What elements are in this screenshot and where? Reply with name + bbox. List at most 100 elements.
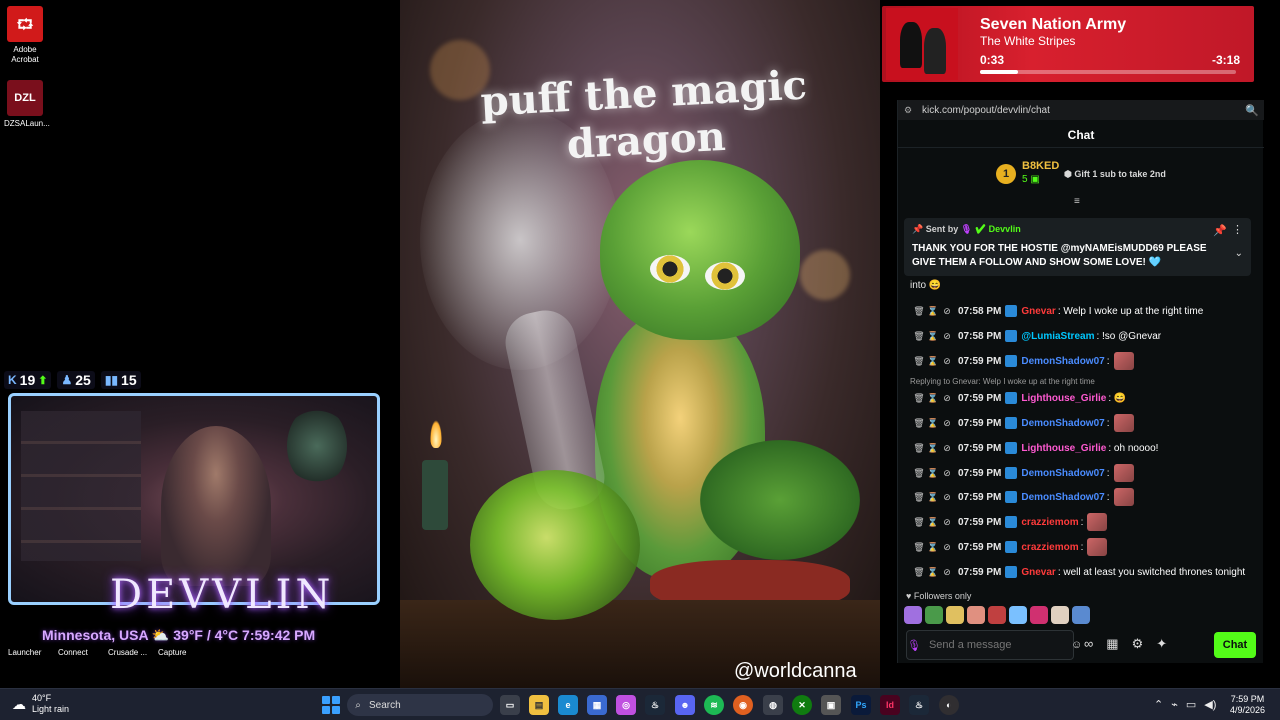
delete-message-icon[interactable]: 🗑 xyxy=(912,331,926,342)
message-username[interactable]: DemonShadow07 xyxy=(1021,356,1104,367)
filter-icon[interactable]: ≡ xyxy=(1074,196,1080,207)
delete-message-icon[interactable]: 🗑 xyxy=(912,443,926,454)
message-username[interactable]: crazziemom xyxy=(1021,542,1078,553)
dock-item-launcher[interactable]: Launcher xyxy=(0,648,50,657)
timeout-user-icon[interactable]: ⌛ xyxy=(926,418,940,429)
address-bar[interactable]: ⚙ kick.com/popout/devvlin/chat 🔍 xyxy=(898,100,1264,120)
rewards-icon[interactable]: ✦ xyxy=(1156,636,1167,652)
delete-message-icon[interactable]: 🗑 xyxy=(912,542,926,553)
delete-message-icon[interactable]: 🗑 xyxy=(912,567,926,578)
timeout-user-icon[interactable]: ⌛ xyxy=(926,542,940,553)
task-view-icon[interactable]: ▭ xyxy=(500,695,520,715)
ban-user-icon[interactable]: ⊘ xyxy=(940,306,954,317)
emote-button[interactable] xyxy=(1030,606,1048,624)
url-text[interactable]: kick.com/popout/devvlin/chat xyxy=(918,105,1240,116)
display-icon[interactable]: ▭ xyxy=(1186,698,1196,711)
steam-icon[interactable]: ♨ xyxy=(645,695,665,715)
message-username[interactable]: crazziemom xyxy=(1021,517,1078,528)
zoom-icon[interactable]: 🔍 xyxy=(1240,104,1264,117)
message-username[interactable]: @LumiaStream xyxy=(1021,331,1094,342)
message-username[interactable]: Gnevar xyxy=(1021,567,1055,578)
ban-user-icon[interactable]: ⊘ xyxy=(940,443,954,454)
chat-composer[interactable]: 🎙 ☺ xyxy=(906,630,1082,660)
leader-name[interactable]: B8KED xyxy=(1022,160,1059,172)
edge-icon[interactable]: e xyxy=(558,695,578,715)
dock-item-capture[interactable]: Capture xyxy=(150,648,200,657)
store-icon[interactable]: ▦ xyxy=(1106,636,1118,652)
discord-icon[interactable]: ☻ xyxy=(675,695,695,715)
delete-message-icon[interactable]: 🗑 xyxy=(912,492,926,503)
timeout-user-icon[interactable]: ⌛ xyxy=(926,393,940,404)
emote-button[interactable] xyxy=(988,606,1006,624)
copilot-icon[interactable]: ◎ xyxy=(616,695,636,715)
delete-message-icon[interactable]: 🗑 xyxy=(912,468,926,479)
taskbar-clock[interactable]: 7:59 PM 4/9/2026 xyxy=(1230,694,1265,716)
store-icon[interactable]: ▦ xyxy=(587,695,607,715)
pinned-sender-name[interactable]: Devvlin xyxy=(989,224,1021,234)
ban-user-icon[interactable]: ⊘ xyxy=(940,517,954,528)
settings-gear-icon[interactable]: ⚙ xyxy=(1132,636,1144,652)
tray-overflow-icon[interactable]: ⌃ xyxy=(1154,698,1163,711)
site-settings-icon[interactable]: ⚙ xyxy=(898,105,918,116)
timeout-user-icon[interactable]: ⌛ xyxy=(926,356,940,367)
emote-button[interactable] xyxy=(925,606,943,624)
timeout-user-icon[interactable]: ⌛ xyxy=(926,468,940,479)
spotify-icon[interactable]: ≋ xyxy=(704,695,724,715)
emoji-picker-icon[interactable]: ☺ xyxy=(1071,639,1082,651)
timeout-user-icon[interactable]: ⌛ xyxy=(926,567,940,578)
message-username[interactable]: DemonShadow07 xyxy=(1021,468,1104,479)
desktop-icon-dzsa-launcher[interactable]: DZL DZSALaun... xyxy=(4,80,50,129)
message-username[interactable]: DemonShadow07 xyxy=(1021,492,1104,503)
desktop-icon-acrobat[interactable]: ⮔ Adobe Acrobat xyxy=(4,6,46,65)
message-username[interactable]: Lighthouse_Girlie xyxy=(1021,393,1106,404)
delete-message-icon[interactable]: 🗑 xyxy=(912,517,926,528)
message-username[interactable]: Lighthouse_Girlie xyxy=(1021,443,1106,454)
timeout-user-icon[interactable]: ⌛ xyxy=(926,517,940,528)
gift-sub-prompt[interactable]: ⬢ Gift 1 sub to take 2nd xyxy=(1064,169,1166,180)
timeout-user-icon[interactable]: ⌛ xyxy=(926,443,940,454)
ban-user-icon[interactable]: ⊘ xyxy=(940,331,954,342)
capture-icon[interactable]: ▣ xyxy=(821,695,841,715)
network-icon[interactable]: ⌁ xyxy=(1171,698,1178,711)
message-username[interactable]: DemonShadow07 xyxy=(1021,418,1104,429)
users-icon[interactable]: ∞ xyxy=(1084,636,1093,652)
obs-icon[interactable]: ◐ xyxy=(939,695,959,715)
emote-button[interactable] xyxy=(946,606,964,624)
file-explorer-icon[interactable]: ▤ xyxy=(529,695,549,715)
indesign-icon[interactable]: Id xyxy=(880,695,900,715)
ban-user-icon[interactable]: ⊘ xyxy=(940,492,954,503)
taskbar-weather-widget[interactable]: ☁ 40°F Light rain xyxy=(12,693,69,715)
emote-button[interactable] xyxy=(1051,606,1069,624)
emote-button[interactable] xyxy=(967,606,985,624)
delete-message-icon[interactable]: 🗑 xyxy=(912,393,926,404)
taskbar-search[interactable]: ⌕ Search xyxy=(347,694,493,716)
emote-button[interactable] xyxy=(904,606,922,624)
microphone-icon[interactable]: 🎙 xyxy=(907,639,921,652)
ban-user-icon[interactable]: ⊘ xyxy=(940,567,954,578)
photoshop-icon[interactable]: Ps xyxy=(851,695,871,715)
chevron-down-icon[interactable]: ⌄ xyxy=(1235,248,1243,259)
dock-item-connect[interactable]: Connect xyxy=(50,648,100,657)
ban-user-icon[interactable]: ⊘ xyxy=(940,418,954,429)
windows-start-icon[interactable] xyxy=(322,696,340,714)
steam-alt-icon[interactable]: ♨ xyxy=(909,695,929,715)
message-input[interactable] xyxy=(920,639,1071,651)
timeout-user-icon[interactable]: ⌛ xyxy=(926,306,940,317)
ban-user-icon[interactable]: ⊘ xyxy=(940,356,954,367)
delete-message-icon[interactable]: 🗑 xyxy=(912,418,926,429)
send-chat-button[interactable]: Chat xyxy=(1214,632,1256,658)
timeout-user-icon[interactable]: ⌛ xyxy=(926,331,940,342)
emote-button[interactable] xyxy=(1009,606,1027,624)
message-username[interactable]: Gnevar xyxy=(1021,306,1055,317)
volume-icon[interactable]: ◀) xyxy=(1204,698,1216,711)
emote-button[interactable] xyxy=(1072,606,1090,624)
dock-item-crusade[interactable]: Crusade ... xyxy=(100,648,150,657)
firefox-icon[interactable]: ◉ xyxy=(733,695,753,715)
chrome-icon[interactable]: ◍ xyxy=(763,695,783,715)
unpin-icon[interactable]: 📌 xyxy=(1213,224,1227,237)
delete-message-icon[interactable]: 🗑 xyxy=(912,356,926,367)
ban-user-icon[interactable]: ⊘ xyxy=(940,542,954,553)
timeout-user-icon[interactable]: ⌛ xyxy=(926,492,940,503)
more-options-icon[interactable]: ⋮ xyxy=(1232,223,1243,236)
xbox-icon[interactable]: ✕ xyxy=(792,695,812,715)
